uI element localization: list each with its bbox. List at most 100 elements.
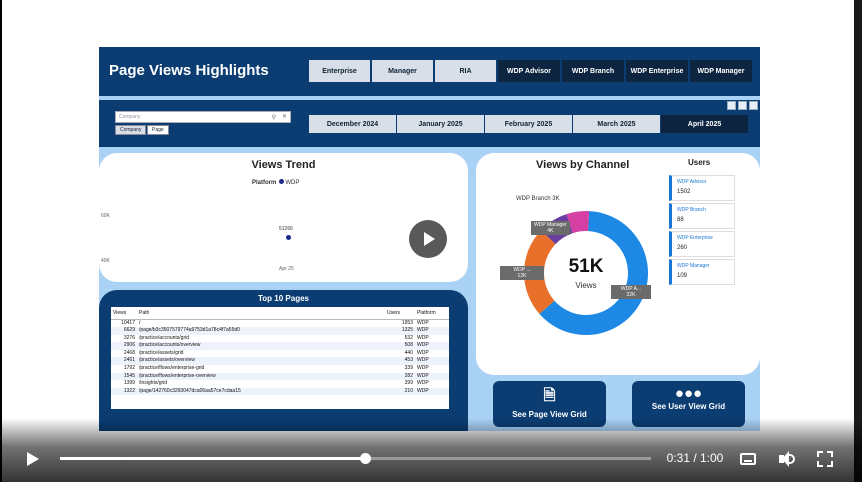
cell-views: 1322 [111, 387, 137, 396]
label-manager: WDP Manager 4K [531, 221, 570, 235]
document-icon: 🗎 [543, 387, 556, 404]
col-users[interactable]: Users [385, 307, 415, 320]
cell-views: 1792 [123, 365, 135, 372]
month-slicer: December 2024 January 2025 February 2025 Ma… [309, 115, 748, 133]
label-right: WDP A... 32K [611, 285, 651, 299]
clear-icon[interactable]: ✕ [282, 112, 287, 122]
seek-bar[interactable] [60, 453, 651, 464]
table-row[interactable]: 1545/practice/flows/enterprise-overview 2… [111, 372, 449, 381]
tab-wdp-manager[interactable]: WDP Manager [690, 60, 752, 82]
tab-manager[interactable]: Manager [372, 60, 433, 82]
center-play-button[interactable] [409, 220, 447, 258]
views-trend-card: Views Trend Platform WDP 60K 40K 51266 Ap… [99, 153, 468, 282]
cell-users: 453 [385, 357, 415, 366]
user-card: WDP Branch 88 [669, 203, 735, 229]
y-tick-40k: 40K [101, 258, 110, 264]
tab-wdp-enterprise[interactable]: WDP Enterprise [626, 60, 688, 82]
cell-platform: WDP [415, 327, 449, 335]
label-right-value: 32K [626, 292, 636, 298]
cell-users: 282 [385, 372, 415, 381]
cell-views: 2468 [123, 349, 135, 356]
data-point[interactable] [286, 235, 291, 240]
filter-bar: Company ⚲ ✕ Company Page December 2024 Ja… [99, 100, 760, 147]
user-card-value: 1502 [677, 189, 691, 195]
volume-icon[interactable] [776, 448, 798, 470]
table-row[interactable]: 1399/insights/grid 399 WDP [111, 380, 449, 388]
cell-users: 339 [404, 365, 413, 372]
cell-views: 1545 [111, 372, 137, 381]
table-row[interactable]: 1792/practice/flows/enterprise-grid 339 WD… [111, 365, 449, 373]
table-row[interactable]: 3276/practice/accounts/grid 532 WDP [111, 335, 449, 343]
tab-wdp-advisor[interactable]: WDP Advisor [498, 60, 560, 82]
more-options-icon[interactable] [749, 101, 758, 110]
seek-thumb[interactable] [360, 453, 372, 464]
trend-legend: Platform WDP [252, 179, 299, 186]
col-platform[interactable]: Platform [415, 307, 449, 320]
company-search-input[interactable]: Company ⚲ ✕ [115, 111, 291, 123]
cell-path: /practice/flows/enterprise-grid [139, 365, 205, 372]
month-march-2025[interactable]: March 2025 [573, 115, 660, 133]
user-card: WDP Advisor 1502 [669, 175, 735, 201]
cell-path: /practice/flows/enterprise-overview [137, 372, 385, 381]
cell-users: 210 [385, 387, 415, 396]
top10-table: Views Path Users Platform 10417/1953 WDP 6… [111, 307, 449, 409]
user-card: WDP Enterprise 260 [669, 231, 735, 257]
cell-views: 6629 [111, 327, 137, 335]
cell-platform: WDP [415, 357, 449, 366]
user-card: WDP Manager 109 [669, 259, 735, 285]
y-tick-60k: 60K [101, 213, 110, 219]
legend-title: Platform [252, 180, 277, 186]
channel-chart-title: Views by Channel [536, 159, 630, 171]
cell-views: 2461 [111, 357, 137, 366]
table-row[interactable]: 2906/practice/accounts/overview 508 WDP [111, 342, 449, 350]
cell-path: /practice/accounts/overview [137, 342, 385, 350]
chip-company[interactable]: Company [115, 125, 147, 135]
captions-icon[interactable] [737, 448, 759, 470]
col-path[interactable]: Path [137, 307, 385, 320]
tab-ria[interactable]: RIA [435, 60, 496, 82]
search-icon: ⚲ [271, 115, 276, 121]
cell-users: 1953 [401, 319, 413, 326]
cell-path: /page/142760c3293047dca06aa57ce7cdaa15 [137, 387, 385, 396]
play-button[interactable] [22, 448, 44, 470]
col-views[interactable]: Views [111, 307, 137, 320]
table-row[interactable]: 2468/practice/assets/grid 440 WDP [111, 350, 449, 358]
month-april-2025[interactable]: April 2025 [661, 115, 748, 133]
cell-users: 399 [404, 380, 413, 387]
focus-icon[interactable] [738, 101, 747, 110]
tab-wdp-branch[interactable]: WDP Branch [562, 60, 624, 82]
cell-users: 508 [385, 342, 415, 350]
cell-users: 440 [404, 349, 413, 356]
table-row[interactable]: 10417 / 1953 WDP [111, 319, 449, 327]
x-tick: Apr 25 [279, 266, 294, 272]
month-february-2025[interactable]: February 2025 [485, 115, 572, 133]
cell-platform: WDP [417, 334, 429, 341]
video-player[interactable]: Page Views Highlights Enterprise Manager R… [0, 0, 862, 482]
right-edge-strip [854, 0, 862, 482]
table-row[interactable]: 1322/page/142760c3293047dca06aa57ce7cdaa… [111, 387, 449, 396]
table-row[interactable]: 6629/page/b3c3507579774a9753d1a78c4f7a55… [111, 327, 449, 335]
donut-center-value: 51K [568, 256, 604, 277]
time-display: 0:31 / 1:00 [666, 451, 724, 465]
cell-views: 3276 [123, 334, 135, 341]
cell-path: /practice/assets/grid [139, 349, 184, 356]
top10-title: Top 10 Pages [258, 294, 309, 303]
table-row[interactable]: 2461/practice/assets/overview 453 WDP [111, 357, 449, 366]
label-left-value: 12K [517, 273, 527, 279]
month-december-2024[interactable]: December 2024 [309, 115, 396, 133]
user-card-label: WDP Enterprise [677, 235, 713, 241]
search-placeholder: Company [119, 114, 141, 120]
visual-header-icons [727, 101, 758, 110]
user-card-value: 88 [677, 217, 684, 223]
fullscreen-icon[interactable] [814, 448, 836, 470]
filter-icon[interactable] [727, 101, 736, 110]
user-view-grid-label: See User View Grid [651, 402, 726, 411]
cell-path: /practice/accounts/grid [139, 334, 190, 341]
chip-page[interactable]: Page [147, 125, 169, 135]
month-january-2025[interactable]: January 2025 [397, 115, 484, 133]
tab-enterprise[interactable]: Enterprise [309, 60, 370, 82]
cell-path: / [139, 319, 141, 326]
legend-dot-icon [279, 179, 285, 184]
top10-body: 10417/1953 WDP 6629/page/b3c3507579774a975… [111, 319, 449, 396]
label-manager-value: 4K [547, 228, 554, 234]
